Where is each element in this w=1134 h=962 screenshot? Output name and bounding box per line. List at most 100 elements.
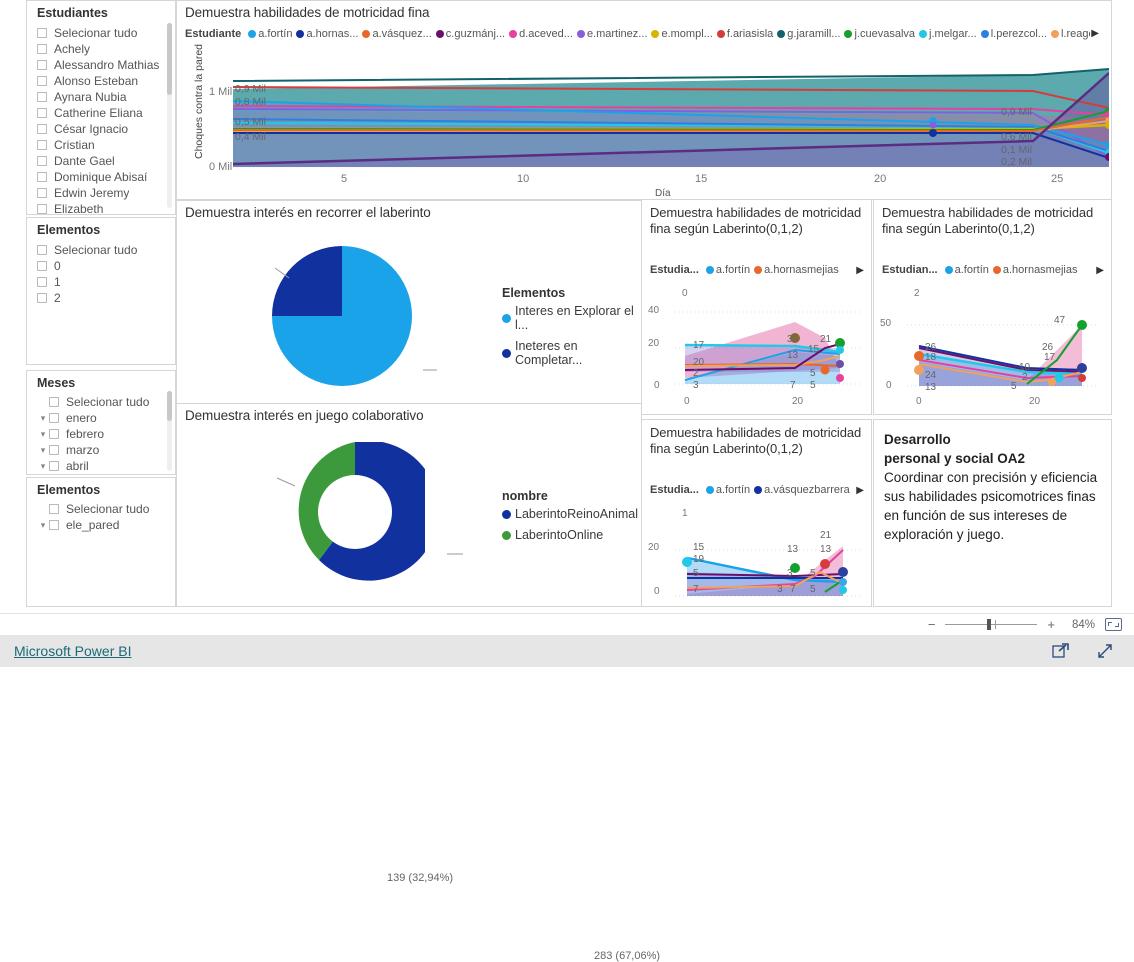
chevron-down-icon[interactable]: ▾ xyxy=(37,413,49,424)
slicer-meses[interactable]: Meses Selecionar tudo ▾ enero ▾ febrero … xyxy=(26,370,176,475)
legend-item[interactable]: Ineteres en Completar... xyxy=(502,339,637,367)
legend-item[interactable]: j.melgar... xyxy=(919,28,977,40)
slicer-item[interactable]: Selecionar tudo xyxy=(27,394,175,410)
legend-item[interactable]: LaberintoOnline xyxy=(502,528,642,542)
pie-chart-panel[interactable]: Demuestra interés en recorrer el laberin… xyxy=(176,200,642,574)
donut-legend[interactable]: nombre LaberintoReinoAnimal LaberintoOnl… xyxy=(502,489,642,549)
powerbi-brand-link[interactable]: Microsoft Power BI xyxy=(14,643,131,659)
pie-legend[interactable]: Elementos Interes en Explorar el l... In… xyxy=(502,286,637,374)
legend-item[interactable]: LaberintoReinoAnimal xyxy=(502,507,642,521)
footer-actions[interactable] xyxy=(1052,642,1114,660)
chart-legend[interactable]: Estudian... a.fortín a.hornasmejias ▶ xyxy=(882,264,1104,276)
slicer-item[interactable]: César Ignacio xyxy=(27,121,175,137)
checkbox[interactable] xyxy=(37,44,47,54)
small-chart-laberinto-2[interactable]: Demuestra habilidades de motricidad fina… xyxy=(873,199,1112,415)
checkbox[interactable] xyxy=(37,28,47,38)
legend-item[interactable]: a.hornasmejias xyxy=(992,264,1077,276)
slicer-item[interactable]: Aynara Nubia xyxy=(27,89,175,105)
slicer-list[interactable]: Selecionar tudo 0 1 2 xyxy=(27,240,175,306)
donut-chart-panel[interactable]: Demuestra interés en juego colaborativo … xyxy=(176,403,660,962)
slicer-item[interactable]: ▾ abril xyxy=(27,458,175,474)
checkbox[interactable] xyxy=(49,429,59,439)
checkbox[interactable] xyxy=(49,445,59,455)
line-chart-plot[interactable] xyxy=(233,53,1109,171)
legend-next-arrow[interactable]: ▶ xyxy=(856,265,864,276)
checkbox[interactable] xyxy=(37,156,47,166)
legend-item[interactable]: a.fortín xyxy=(705,484,750,496)
slicer-item[interactable]: Achely xyxy=(27,41,175,57)
checkbox[interactable] xyxy=(37,277,47,287)
slicer-item[interactable]: ▾ febrero xyxy=(27,426,175,442)
slicer-list[interactable]: Selecionar tudo Achely Alessandro Mathia… xyxy=(27,23,175,217)
zoom-slider-thumb[interactable] xyxy=(987,619,992,630)
legend-item[interactable]: c.guzmánj... xyxy=(435,28,505,40)
slicer-estudiantes[interactable]: Estudiantes Selecionar tudo Achely Aless… xyxy=(26,0,176,217)
slicer-elementos-bottom[interactable]: Elementos Selecionar tudo ▾ ele_pared xyxy=(26,477,176,607)
chart-legend[interactable]: Estudia... a.fortín a.vásquezbarrera ▶ xyxy=(650,484,864,496)
legend-item[interactable]: l.perezcol... xyxy=(980,28,1047,40)
slicer-item[interactable]: 0 xyxy=(27,258,175,274)
chevron-down-icon[interactable]: ▾ xyxy=(37,520,49,531)
checkbox[interactable] xyxy=(37,108,47,118)
slicer-item[interactable]: Catherine Eliana xyxy=(27,105,175,121)
checkbox[interactable] xyxy=(37,124,47,134)
slicer-item[interactable]: 1 xyxy=(27,274,175,290)
checkbox[interactable] xyxy=(37,92,47,102)
chart-legend[interactable]: Estudiante a.fortín a.hornas... a.vásque… xyxy=(185,28,1090,40)
slicer-item[interactable]: Edwin Jeremy xyxy=(27,185,175,201)
scrollbar-thumb[interactable] xyxy=(167,391,172,421)
slicer-item[interactable]: ▾ marzo xyxy=(27,442,175,458)
slicer-item[interactable]: ▾ enero xyxy=(27,410,175,426)
chevron-down-icon[interactable]: ▾ xyxy=(37,445,49,456)
slicer-item[interactable]: Cristian xyxy=(27,137,175,153)
legend-next-arrow[interactable]: ▶ xyxy=(1091,28,1099,39)
legend-item[interactable]: a.fortín xyxy=(944,264,989,276)
checkbox[interactable] xyxy=(37,172,47,182)
legend-item[interactable]: d.aceved... xyxy=(509,28,573,40)
legend-item[interactable]: e.martinez... xyxy=(576,28,647,40)
checkbox[interactable] xyxy=(37,76,47,86)
slicer-item[interactable]: Alessandro Mathias xyxy=(27,57,175,73)
checkbox[interactable] xyxy=(37,204,47,214)
checkbox[interactable] xyxy=(37,188,47,198)
legend-next-arrow[interactable]: ▶ xyxy=(856,485,864,496)
legend-item[interactable]: e.mompl... xyxy=(651,28,713,40)
legend-item[interactable]: a.hornasmejias xyxy=(754,264,839,276)
legend-item[interactable]: Interes en Explorar el l... xyxy=(502,304,637,332)
checkbox[interactable] xyxy=(37,245,47,255)
checkbox[interactable] xyxy=(49,397,59,407)
legend-item[interactable]: a.hornas... xyxy=(296,28,358,40)
checkbox[interactable] xyxy=(37,140,47,150)
fullscreen-icon[interactable] xyxy=(1096,642,1114,660)
small-chart-laberinto-0[interactable]: Demuestra habilidades de motricidad fina… xyxy=(641,199,872,415)
slicer-item[interactable]: Alonso Esteban xyxy=(27,73,175,89)
share-icon[interactable] xyxy=(1052,642,1070,660)
chart-legend[interactable]: Estudia... a.fortín a.hornasmejias ▶ xyxy=(650,264,864,276)
legend-item[interactable]: a.vásquezbarrera xyxy=(754,484,850,496)
fit-to-page-icon[interactable] xyxy=(1105,618,1122,631)
checkbox[interactable] xyxy=(37,60,47,70)
slicer-item[interactable]: ▾ ele_pared xyxy=(27,517,175,533)
zoom-slider[interactable] xyxy=(945,619,1038,630)
legend-item[interactable]: a.fortín xyxy=(248,28,292,40)
legend-item[interactable]: g.jaramill... xyxy=(777,28,840,40)
scrollbar-thumb[interactable] xyxy=(167,23,172,95)
checkbox[interactable] xyxy=(49,504,59,514)
checkbox[interactable] xyxy=(37,293,47,303)
legend-item[interactable]: j.cuevasalva xyxy=(844,28,915,40)
small-chart-laberinto-1[interactable]: Demuestra habilidades de motricidad fina… xyxy=(641,419,872,607)
slicer-list[interactable]: Selecionar tudo ▾ ele_pared xyxy=(27,500,175,533)
slicer-item[interactable]: Elizabeth xyxy=(27,201,175,217)
checkbox[interactable] xyxy=(49,520,59,530)
checkbox[interactable] xyxy=(49,413,59,423)
zoom-in-button[interactable]: + xyxy=(1047,617,1055,632)
main-line-chart-panel[interactable]: Demuestra habilidades de motricidad fina… xyxy=(176,0,1112,200)
slicer-item[interactable]: 2 xyxy=(27,290,175,306)
slicer-item[interactable]: Selecionar tudo xyxy=(27,501,175,517)
chevron-down-icon[interactable]: ▾ xyxy=(37,429,49,440)
slicer-item[interactable]: Selecionar tudo xyxy=(27,242,175,258)
checkbox[interactable] xyxy=(49,461,59,471)
legend-item[interactable]: a.fortín xyxy=(705,264,750,276)
legend-item[interactable]: f.ariasisla xyxy=(716,28,773,40)
zoom-out-button[interactable]: − xyxy=(928,617,936,632)
